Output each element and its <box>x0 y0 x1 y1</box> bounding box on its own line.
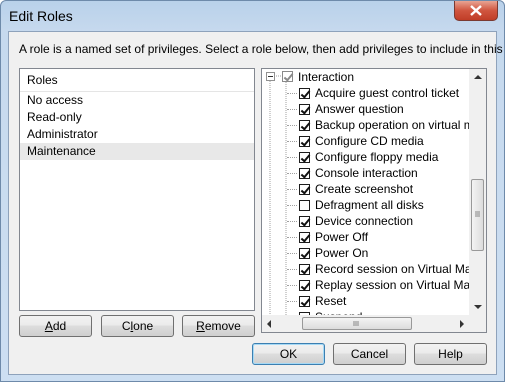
privilege-item[interactable]: Record session on Virtual Machin <box>262 261 486 277</box>
privilege-item[interactable]: Console interaction <box>262 165 470 181</box>
privilege-label: Configure floppy media <box>315 150 439 164</box>
tree-connector <box>287 157 297 159</box>
privilege-item[interactable]: Replay session on Virtual Machin <box>262 277 486 293</box>
privilege-checkbox[interactable] <box>299 120 310 131</box>
privilege-label: Defragment all disks <box>315 198 424 212</box>
scroll-right-arrow-icon[interactable] <box>460 320 464 328</box>
scroll-left-arrow-icon[interactable] <box>267 320 271 328</box>
privilege-item[interactable]: Backup operation on virtual mac <box>262 117 486 133</box>
privilege-label: Device connection <box>315 214 414 228</box>
scrollbar-corner <box>469 315 486 332</box>
privilege-label: Replay session on Virtual Machin <box>315 278 487 292</box>
tree-connector <box>287 205 297 207</box>
privilege-item[interactable]: Power Off <box>262 229 470 245</box>
privilege-label: Reset <box>315 294 347 308</box>
privilege-label: Power Off <box>315 230 369 244</box>
add-accelerator: A <box>44 319 53 333</box>
tree-connector <box>287 93 297 95</box>
privilege-label: Console interaction <box>315 166 418 180</box>
collapse-toggle-icon[interactable] <box>266 72 275 81</box>
vertical-scroll-thumb[interactable] <box>471 179 484 251</box>
privileges-horizontal-scrollbar[interactable] <box>262 315 470 332</box>
privilege-label: Power On <box>315 246 369 260</box>
dialog-body: A role is a named set of privileges. Sel… <box>8 31 505 375</box>
tree-connector <box>287 125 297 127</box>
edit-roles-dialog: Edit Roles A role is a named set of priv… <box>0 0 505 382</box>
tree-group-interaction[interactable]: Interaction <box>262 69 470 85</box>
privilege-item[interactable]: Configure CD media <box>262 133 470 149</box>
privilege-checkbox[interactable] <box>299 296 310 307</box>
privilege-checkbox[interactable] <box>299 248 310 259</box>
grip-icon <box>475 211 480 217</box>
role-item[interactable]: Administrator <box>20 126 254 143</box>
add-button[interactable]: Add <box>19 315 92 337</box>
privilege-label: Create screenshot <box>315 182 414 196</box>
privilege-checkbox[interactable] <box>299 168 310 179</box>
scroll-down-arrow-icon[interactable] <box>474 305 482 309</box>
tree-connector <box>287 189 297 191</box>
scroll-up-arrow-icon[interactable] <box>474 75 482 79</box>
tree-connector <box>287 173 297 175</box>
privilege-label: Answer question <box>315 102 404 116</box>
privileges-tree[interactable]: Interaction Acquire guest control ticket A… <box>261 68 487 333</box>
cancel-button[interactable]: Cancel <box>333 343 406 365</box>
role-item[interactable]: Maintenance <box>20 143 254 160</box>
privilege-checkbox[interactable] <box>299 184 310 195</box>
role-item[interactable]: No access <box>20 92 254 109</box>
tree-connector <box>287 301 297 303</box>
tree-connector <box>287 237 297 239</box>
privilege-checkbox[interactable] <box>299 136 310 147</box>
privilege-item[interactable]: Reset <box>262 293 470 309</box>
horizontal-scroll-thumb[interactable] <box>302 317 412 330</box>
roles-list[interactable]: Roles No access Read-only Administrator Mai… <box>19 68 255 311</box>
tree-connector <box>287 253 297 255</box>
privilege-item[interactable]: Configure floppy media <box>262 149 470 165</box>
ok-button[interactable]: OK <box>252 343 325 365</box>
remove-accelerator: R <box>196 319 205 333</box>
privilege-checkbox[interactable] <box>299 88 310 99</box>
tree-connector <box>287 269 297 271</box>
privilege-item[interactable]: Acquire guest control ticket <box>262 85 470 101</box>
privilege-checkbox[interactable] <box>299 152 310 163</box>
close-button[interactable] <box>454 1 498 21</box>
privilege-item[interactable]: Create screenshot <box>262 181 470 197</box>
remove-button[interactable]: Remove <box>182 315 255 337</box>
privilege-label: Record session on Virtual Machin <box>315 262 487 276</box>
tree-connector <box>287 221 297 223</box>
instruction-text: A role is a named set of privileges. Sel… <box>19 42 505 56</box>
privilege-checkbox[interactable] <box>299 280 310 291</box>
tree-connector <box>287 141 297 143</box>
grip-icon <box>353 321 359 326</box>
privilege-label: Acquire guest control ticket <box>315 86 460 100</box>
privilege-item[interactable]: Defragment all disks <box>262 197 470 213</box>
privilege-label: Configure CD media <box>315 134 424 148</box>
tree-connector <box>287 109 297 111</box>
privilege-checkbox[interactable] <box>299 104 310 115</box>
privilege-item[interactable]: Power On <box>262 245 470 261</box>
privilege-checkbox[interactable] <box>299 264 310 275</box>
help-button[interactable]: Help <box>414 343 487 365</box>
privileges-vertical-scrollbar[interactable] <box>469 69 486 316</box>
privilege-checkbox[interactable] <box>299 200 310 211</box>
group-checkbox[interactable] <box>282 71 293 82</box>
tree-connector <box>287 285 297 287</box>
roles-column-header: Roles <box>20 69 254 92</box>
group-label: Interaction <box>298 70 355 84</box>
clone-button[interactable]: Clone <box>101 315 174 337</box>
privilege-item[interactable]: Answer question <box>262 101 470 117</box>
privilege-checkbox[interactable] <box>299 216 310 227</box>
window-title: Edit Roles <box>9 8 73 24</box>
privilege-checkbox[interactable] <box>299 232 310 243</box>
role-item[interactable]: Read-only <box>20 109 254 126</box>
close-icon <box>470 5 482 16</box>
privilege-label: Backup operation on virtual mac <box>315 118 487 132</box>
privilege-item[interactable]: Device connection <box>262 213 470 229</box>
